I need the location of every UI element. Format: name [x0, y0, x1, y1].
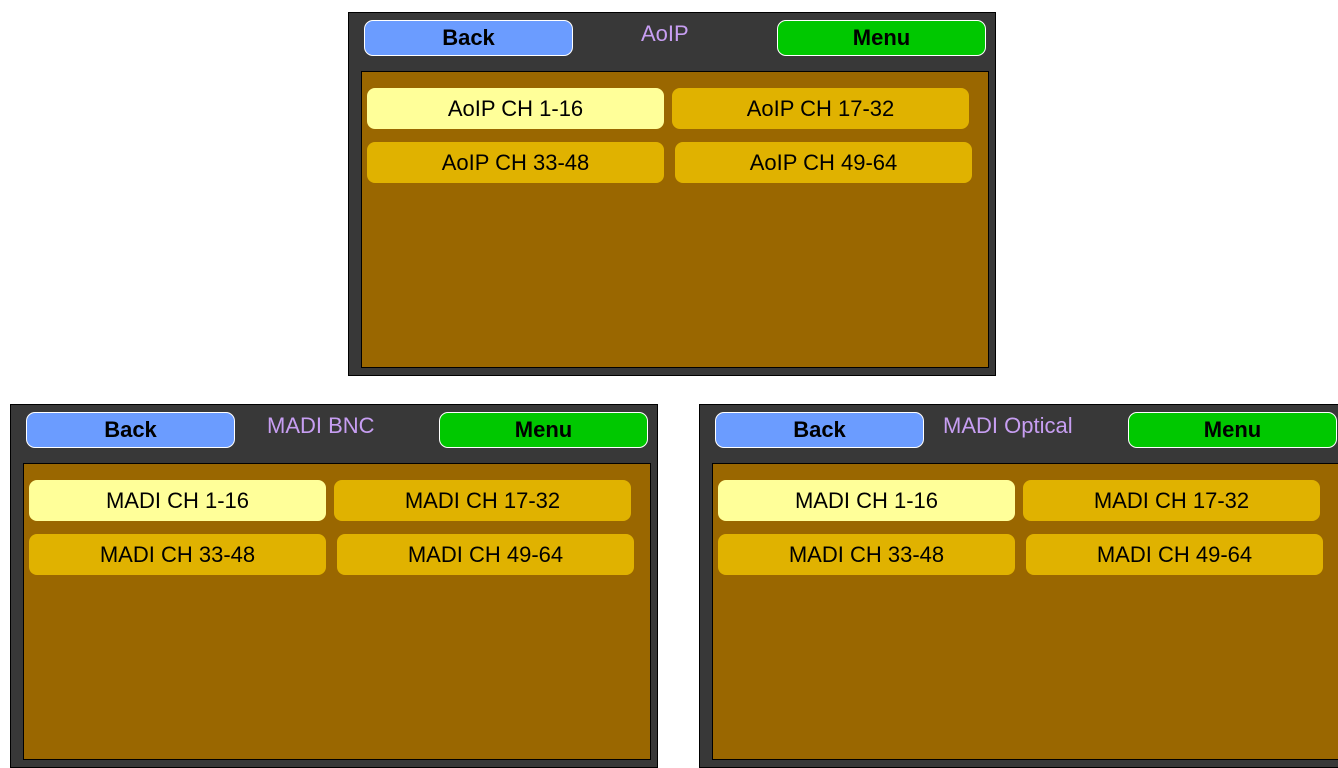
menu-button[interactable]: Menu	[439, 412, 648, 448]
menu-button[interactable]: Menu	[1128, 412, 1337, 448]
channel-button-1-16[interactable]: AoIP CH 1-16	[367, 88, 664, 129]
panel-title: MADI BNC	[267, 413, 375, 438]
channel-button-17-32[interactable]: AoIP CH 17-32	[672, 88, 969, 129]
panel-title: AoIP	[641, 21, 689, 46]
madi-bnc-panel: Back MADI BNC Menu MADI CH 1-16 MADI CH …	[10, 404, 658, 768]
menu-button[interactable]: Menu	[777, 20, 986, 56]
channel-button-17-32[interactable]: MADI CH 17-32	[1023, 480, 1320, 521]
aoip-panel: Back AoIP Menu AoIP CH 1-16 AoIP CH 17-3…	[348, 12, 996, 376]
channel-button-49-64[interactable]: MADI CH 49-64	[337, 534, 634, 575]
channel-button-1-16[interactable]: MADI CH 1-16	[29, 480, 326, 521]
channel-button-49-64[interactable]: AoIP CH 49-64	[675, 142, 972, 183]
channel-area: MADI CH 1-16 MADI CH 17-32 MADI CH 33-48…	[712, 463, 1338, 760]
channel-area: MADI CH 1-16 MADI CH 17-32 MADI CH 33-48…	[23, 463, 651, 760]
channel-button-17-32[interactable]: MADI CH 17-32	[334, 480, 631, 521]
channel-button-33-48[interactable]: AoIP CH 33-48	[367, 142, 664, 183]
channel-button-49-64[interactable]: MADI CH 49-64	[1026, 534, 1323, 575]
panel-title: MADI Optical	[943, 413, 1073, 438]
channel-button-1-16[interactable]: MADI CH 1-16	[718, 480, 1015, 521]
back-button[interactable]: Back	[364, 20, 573, 56]
back-button[interactable]: Back	[715, 412, 924, 448]
madi-optical-panel: Back MADI Optical Menu MADI CH 1-16 MADI…	[699, 404, 1338, 768]
channel-area: AoIP CH 1-16 AoIP CH 17-32 AoIP CH 33-48…	[361, 71, 989, 368]
back-button[interactable]: Back	[26, 412, 235, 448]
channel-button-33-48[interactable]: MADI CH 33-48	[29, 534, 326, 575]
channel-button-33-48[interactable]: MADI CH 33-48	[718, 534, 1015, 575]
